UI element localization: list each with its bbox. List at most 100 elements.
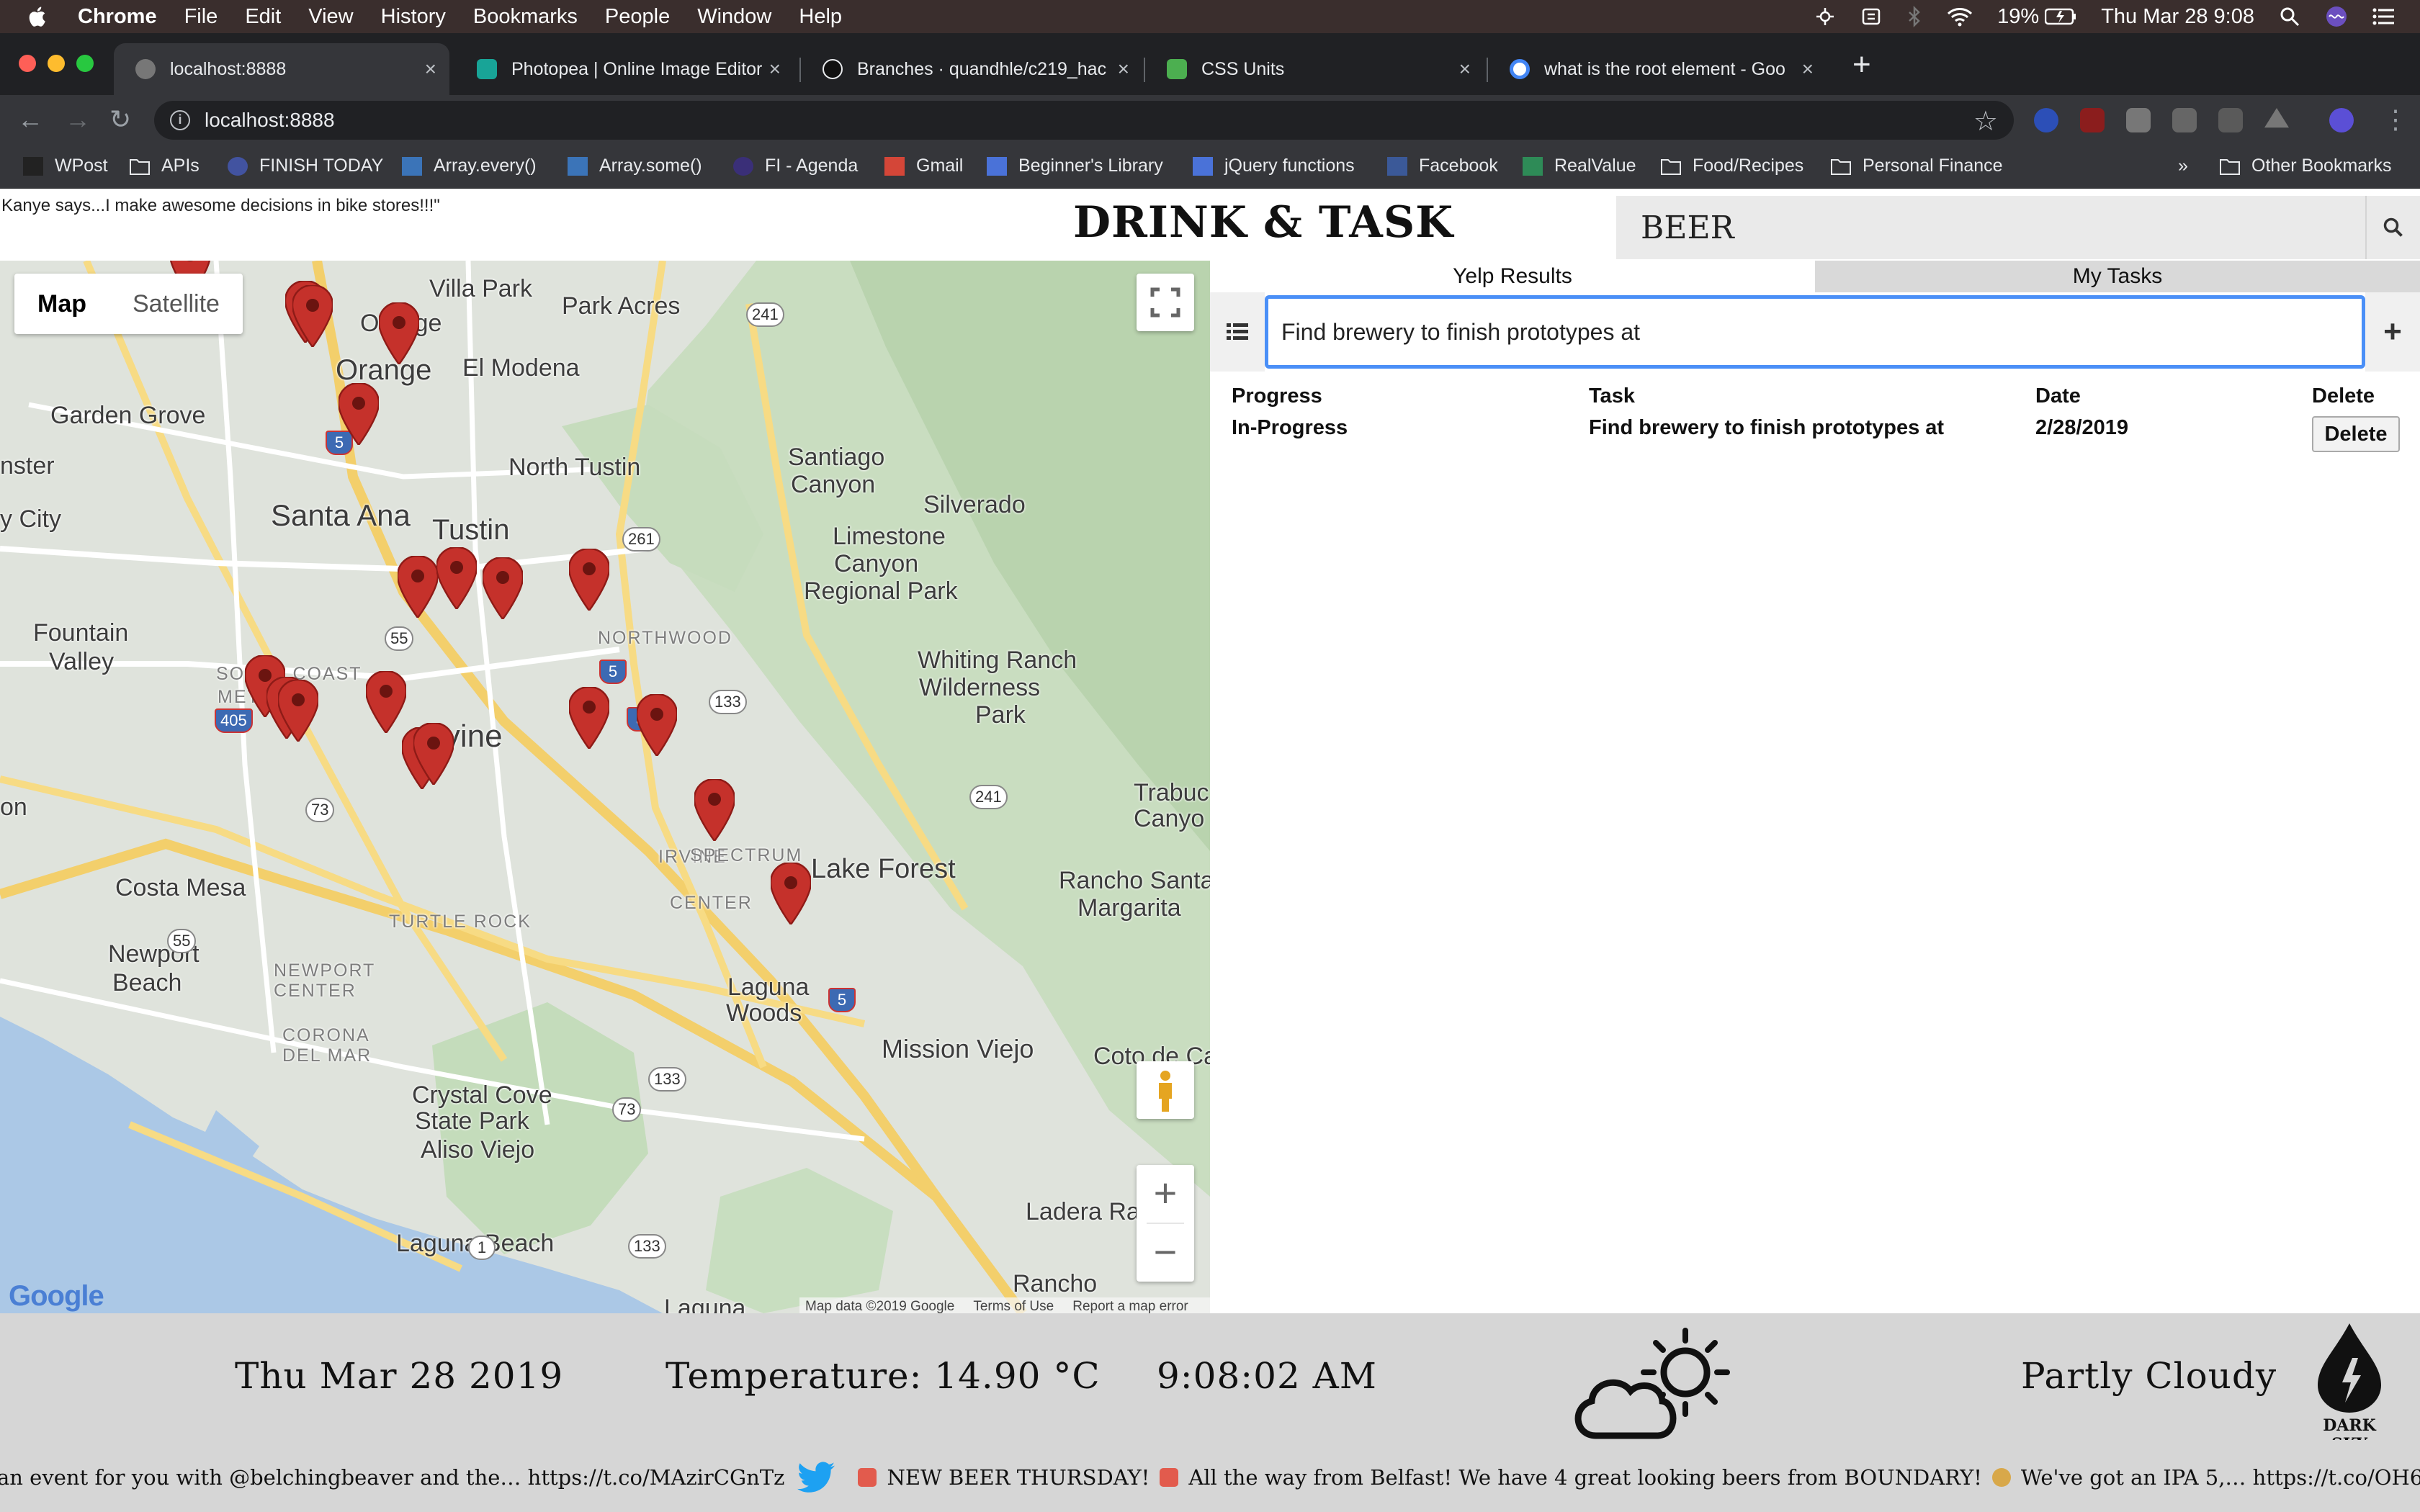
fullscreen-button[interactable]	[1137, 274, 1194, 331]
tab-my-tasks[interactable]: My Tasks	[1815, 261, 2420, 292]
wifi-icon[interactable]	[1947, 6, 1973, 27]
map-marker-icon[interactable]	[569, 549, 609, 611]
siri-icon[interactable]	[2325, 5, 2348, 28]
menu-file[interactable]: File	[184, 5, 218, 29]
task-input[interactable]	[1265, 295, 2365, 369]
delete-task-button[interactable]: Delete	[2312, 416, 2400, 452]
zoom-out-button[interactable]: −	[1137, 1224, 1194, 1282]
menu-app-name[interactable]: Chrome	[78, 5, 157, 29]
tab-photopea[interactable]: Photopea | Online Image Editor ×	[455, 43, 794, 95]
bookmark-facebook[interactable]: Facebook	[1387, 156, 1498, 176]
close-tab-icon[interactable]: ×	[1459, 59, 1471, 79]
bookmark-food-recipes[interactable]: Food/Recipes	[1661, 156, 1803, 176]
extension-k-icon[interactable]	[2218, 108, 2243, 132]
bookmark-array-some[interactable]: Array.some()	[568, 156, 702, 176]
chrome-menu-icon[interactable]: ⋮	[2383, 105, 2408, 134]
close-tab-icon[interactable]: ×	[425, 59, 436, 79]
drone-icon[interactable]	[1814, 6, 1836, 27]
map-marker-icon[interactable]	[366, 671, 406, 733]
menu-window[interactable]: Window	[697, 5, 771, 29]
close-window-button[interactable]	[19, 55, 36, 72]
map-marker-icon[interactable]	[436, 547, 477, 609]
extension-d-icon[interactable]	[2034, 108, 2058, 132]
reload-icon[interactable]: ↻	[109, 105, 131, 134]
menu-edit[interactable]: Edit	[245, 5, 281, 29]
tab-github-branches[interactable]: Branches · quandhle/c219_hac ×	[801, 43, 1142, 95]
map-marker-icon[interactable]	[398, 556, 438, 618]
apple-icon[interactable]	[26, 4, 50, 29]
terms-of-use-link[interactable]: Terms of Use	[973, 1299, 1054, 1313]
bookmark-gmail[interactable]: Gmail	[884, 156, 963, 176]
bluetooth-icon[interactable]	[1906, 6, 1922, 27]
report-map-error-link[interactable]: Report a map error	[1072, 1299, 1188, 1313]
bookmark-array-every[interactable]: Array.every()	[402, 156, 537, 176]
extension-chat-icon[interactable]	[2126, 108, 2151, 132]
map-marker-icon[interactable]	[771, 863, 811, 924]
menu-help[interactable]: Help	[799, 5, 842, 29]
bookmark-wpost[interactable]: WPost	[23, 156, 108, 176]
bookmark-personal-finance[interactable]: Personal Finance	[1831, 156, 2003, 176]
new-tab-button[interactable]: +	[1852, 49, 1871, 81]
add-task-button[interactable]: +	[2365, 292, 2420, 372]
map-marker-icon[interactable]	[637, 694, 677, 756]
menubar-clock[interactable]: Thu Mar 28 9:08	[2101, 5, 2254, 29]
tab-localhost[interactable]: localhost:8888 ×	[114, 43, 449, 95]
bookmark-other-bookmarks[interactable]: Other Bookmarks	[2220, 156, 2392, 176]
street-view-pegman-button[interactable]	[1137, 1061, 1194, 1119]
menu-bookmarks[interactable]: Bookmarks	[473, 5, 578, 29]
menu-history[interactable]: History	[381, 5, 446, 29]
close-tab-icon[interactable]: ×	[1802, 59, 1814, 79]
map-marker-icon[interactable]	[278, 680, 318, 742]
map-marker-icon[interactable]	[694, 779, 735, 841]
task-list-button[interactable]	[1210, 292, 1265, 372]
forward-arrow-icon[interactable]: →	[65, 105, 91, 134]
tweet-text[interactable]: an event for you with @belchingbeaver an…	[0, 1465, 784, 1490]
map-marker-icon[interactable]	[413, 723, 454, 785]
bookmark-star-icon[interactable]: ☆	[1973, 105, 1998, 138]
bookmark-finish-today[interactable]: FINISH TODAY	[228, 156, 383, 176]
map-marker-icon[interactable]	[292, 285, 333, 347]
extension-ublock-icon[interactable]	[2080, 108, 2105, 132]
menu-people[interactable]: People	[605, 5, 670, 29]
extension-sign-icon[interactable]	[2172, 108, 2197, 132]
zoom-in-button[interactable]: +	[1137, 1165, 1194, 1223]
map-marker-icon[interactable]	[339, 383, 379, 445]
address-bar[interactable]: i localhost:8888 ☆	[154, 101, 2014, 140]
zoom-window-button[interactable]	[76, 55, 94, 72]
search-input[interactable]: BEER	[1616, 196, 2365, 259]
search-button[interactable]	[2365, 196, 2420, 259]
close-tab-icon[interactable]: ×	[769, 59, 781, 79]
battery-icon[interactable]	[2045, 8, 2076, 25]
map-marker-icon[interactable]	[379, 302, 419, 364]
tab-css-units[interactable]: CSS Units ×	[1145, 43, 1484, 95]
tweet-text[interactable]: We've got an IPA 5,… https://t.co/OH6GRt…	[2021, 1465, 2420, 1490]
map-place-label: Park	[975, 701, 1026, 729]
tab-yelp-results[interactable]: Yelp Results	[1210, 261, 1815, 292]
menu-view[interactable]: View	[308, 5, 353, 29]
tweet-text[interactable]: NEW BEER THURSDAY!	[887, 1465, 1150, 1490]
google-logo[interactable]: Google	[9, 1280, 104, 1313]
tab-google-search[interactable]: what is the root element - Goo ×	[1488, 43, 1827, 95]
bookmark-beginners-library[interactable]: Beginner's Library	[987, 156, 1163, 176]
close-tab-icon[interactable]: ×	[1118, 59, 1129, 79]
bookmark-fi-agenda[interactable]: FI - Agenda	[733, 156, 858, 176]
map-marker-icon[interactable]	[569, 687, 609, 749]
extension-drive-icon[interactable]	[2264, 108, 2289, 128]
profile-avatar[interactable]	[2329, 108, 2354, 132]
minimize-window-button[interactable]	[48, 55, 65, 72]
tweet-text[interactable]: All the way from Belfast! We have 4 grea…	[1188, 1465, 1982, 1490]
spotlight-icon[interactable]	[2279, 6, 2300, 27]
site-info-icon[interactable]: i	[170, 110, 190, 130]
bookmark-apis[interactable]: APIs	[130, 156, 200, 176]
bookmarks-overflow-button[interactable]: »	[2178, 156, 2188, 176]
map-type-map-button[interactable]: Map	[14, 274, 109, 334]
screen-mirror-icon[interactable]	[1860, 6, 1882, 27]
bookmark-jquery-functions[interactable]: jQuery functions	[1193, 156, 1355, 176]
map-marker-icon[interactable]	[483, 557, 523, 619]
map-view[interactable]: Villa Park Orange Park Acres El Modena Garde…	[0, 261, 1210, 1313]
bookmark-realvalue[interactable]: RealValue	[1523, 156, 1636, 176]
map-type-satellite-button[interactable]: Satellite	[109, 274, 243, 334]
notification-center-icon[interactable]	[2372, 7, 2396, 26]
darksky-logo[interactable]: DARK SKY	[2305, 1322, 2394, 1454]
back-arrow-icon[interactable]: ←	[17, 105, 43, 134]
